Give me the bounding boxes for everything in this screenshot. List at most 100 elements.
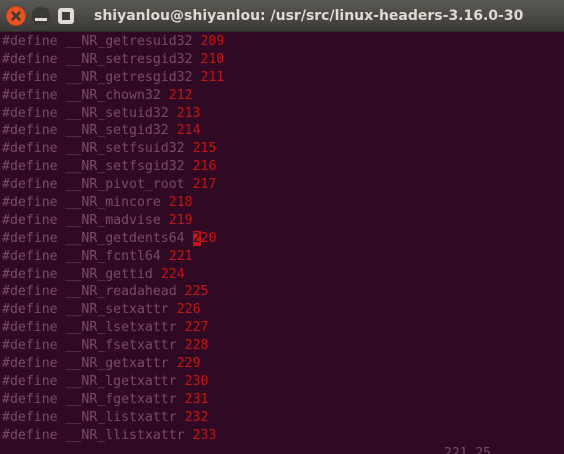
close-icon bbox=[6, 6, 26, 26]
terminal-line: #define __NR_mincore 218 bbox=[2, 194, 562, 212]
syscall-number: 216 bbox=[192, 159, 217, 175]
macro-name: __NR_setxattr bbox=[65, 302, 169, 318]
terminal-line: #define __NR_readahead 225 bbox=[2, 283, 562, 301]
syscall-number: 231 bbox=[184, 391, 209, 407]
macro-name: __NR_madvise bbox=[65, 212, 161, 228]
macro-name: __NR_gettid bbox=[65, 266, 153, 282]
define-keyword: #define bbox=[2, 212, 58, 228]
define-keyword: #define bbox=[2, 69, 58, 85]
macro-name: __NR_setfsgid32 bbox=[65, 159, 185, 175]
macro-name: __NR_fcntl64 bbox=[65, 248, 161, 264]
terminal-window: shiyanlou@shiyanlou: /usr/src/linux-head… bbox=[0, 0, 564, 454]
text-cursor: 2 bbox=[192, 230, 201, 246]
define-keyword: #define bbox=[2, 373, 58, 389]
define-keyword: #define bbox=[2, 123, 58, 139]
syscall-number: 219 bbox=[168, 212, 193, 228]
syscall-number: 224 bbox=[160, 266, 185, 282]
define-keyword: #define bbox=[2, 230, 58, 246]
terminal-line: #define __NR_fcntl64 221 bbox=[2, 248, 562, 266]
macro-name: __NR_readahead bbox=[65, 284, 177, 300]
define-keyword: #define bbox=[2, 195, 58, 211]
minimize-icon bbox=[31, 6, 51, 26]
window-title: shiyanlou@shiyanlou: /usr/src/linux-head… bbox=[94, 8, 524, 24]
macro-name: __NR_fsetxattr bbox=[65, 338, 177, 354]
terminal-line: #define __NR_pivot_root 217 bbox=[2, 176, 562, 194]
syscall-number: 228 bbox=[184, 338, 209, 354]
syscall-number: 213 bbox=[176, 105, 201, 121]
macro-name: __NR_setuid32 bbox=[65, 105, 169, 121]
syscall-number: 232 bbox=[184, 409, 209, 425]
syscall-number: 217 bbox=[192, 177, 217, 193]
maximize-icon bbox=[58, 8, 74, 24]
macro-name: __NR_getdents64 bbox=[65, 230, 185, 246]
terminal-line: #define __NR_setresgid32 210 bbox=[2, 51, 562, 69]
terminal-line: #define __NR_getresuid32 209 bbox=[2, 33, 562, 51]
minimize-button[interactable] bbox=[31, 6, 51, 26]
terminal-line: #define __NR_lsetxattr 227 bbox=[2, 319, 562, 337]
macro-name: __NR_lsetxattr bbox=[65, 320, 177, 336]
syscall-number: 227 bbox=[184, 320, 209, 336]
terminal-line: #define __NR_chown32 212 bbox=[2, 87, 562, 105]
define-keyword: #define bbox=[2, 87, 58, 103]
macro-name: __NR_pivot_root bbox=[65, 177, 185, 193]
syscall-number: 210 bbox=[200, 51, 225, 67]
terminal-line: #define __NR_listxattr 232 bbox=[2, 409, 562, 427]
terminal-line: #define __NR_setxattr 226 bbox=[2, 301, 562, 319]
syscall-number: 220 bbox=[192, 230, 217, 246]
terminal-line: #define __NR_madvise 219 bbox=[2, 212, 562, 230]
title-bar[interactable]: shiyanlou@shiyanlou: /usr/src/linux-head… bbox=[0, 0, 564, 32]
cursor-position-status: 221,25 bbox=[444, 447, 491, 454]
define-keyword: #define bbox=[2, 391, 58, 407]
terminal-output[interactable]: #define __NR_getresuid32 209 #define __NR… bbox=[2, 33, 562, 444]
macro-name: __NR_setgid32 bbox=[65, 123, 169, 139]
define-keyword: #define bbox=[2, 34, 58, 49]
macro-name: __NR_setfsuid32 bbox=[65, 141, 185, 157]
macro-name: __NR_setresgid32 bbox=[65, 51, 193, 67]
define-keyword: #define bbox=[2, 427, 58, 443]
macro-name: __NR_lgetxattr bbox=[65, 373, 177, 389]
define-keyword: #define bbox=[2, 302, 58, 318]
terminal-line: #define __NR_llistxattr 233 bbox=[2, 427, 562, 445]
terminal-line: #define __NR_getdents64 220 bbox=[2, 230, 562, 248]
macro-name: __NR_mincore bbox=[65, 195, 161, 211]
syscall-number: 233 bbox=[192, 427, 217, 443]
macro-name: __NR_getxattr bbox=[65, 356, 169, 372]
syscall-number: 221 bbox=[168, 248, 193, 264]
macro-name: __NR_chown32 bbox=[65, 87, 161, 103]
syscall-number: 214 bbox=[176, 123, 201, 139]
define-keyword: #define bbox=[2, 105, 58, 121]
define-keyword: #define bbox=[2, 141, 58, 157]
terminal-line: #define __NR_getresgid32 211 bbox=[2, 69, 562, 87]
terminal-line: #define __NR_getxattr 229 bbox=[2, 355, 562, 373]
define-keyword: #define bbox=[2, 338, 58, 354]
macro-name: __NR_llistxattr bbox=[65, 427, 185, 443]
terminal-line: #define __NR_fsetxattr 228 bbox=[2, 337, 562, 355]
define-keyword: #define bbox=[2, 320, 58, 336]
terminal-line: #define __NR_setuid32 213 bbox=[2, 105, 562, 123]
syscall-number: 212 bbox=[168, 87, 193, 103]
define-keyword: #define bbox=[2, 409, 58, 425]
syscall-number: 225 bbox=[184, 284, 209, 300]
syscall-number: 215 bbox=[192, 141, 217, 157]
define-keyword: #define bbox=[2, 284, 58, 300]
terminal-line: #define __NR_gettid 224 bbox=[2, 266, 562, 284]
terminal-line: #define __NR_setfsuid32 215 bbox=[2, 140, 562, 158]
define-keyword: #define bbox=[2, 159, 58, 175]
syscall-number: 229 bbox=[176, 356, 201, 372]
terminal-line: #define __NR_fgetxattr 231 bbox=[2, 391, 562, 409]
define-keyword: #define bbox=[2, 248, 58, 264]
define-keyword: #define bbox=[2, 51, 58, 67]
close-button[interactable] bbox=[6, 6, 26, 26]
terminal-line: #define __NR_lgetxattr 230 bbox=[2, 373, 562, 391]
syscall-number: 230 bbox=[184, 373, 209, 389]
syscall-number: 218 bbox=[168, 195, 193, 211]
syscall-number: 211 bbox=[200, 69, 225, 85]
maximize-button[interactable] bbox=[56, 6, 76, 26]
syscall-number: 226 bbox=[176, 302, 201, 318]
macro-name: __NR_fgetxattr bbox=[65, 391, 177, 407]
syscall-number: 209 bbox=[200, 34, 225, 49]
define-keyword: #define bbox=[2, 177, 58, 193]
define-keyword: #define bbox=[2, 266, 58, 282]
macro-name: __NR_getresgid32 bbox=[65, 69, 193, 85]
macro-name: __NR_listxattr bbox=[65, 409, 177, 425]
